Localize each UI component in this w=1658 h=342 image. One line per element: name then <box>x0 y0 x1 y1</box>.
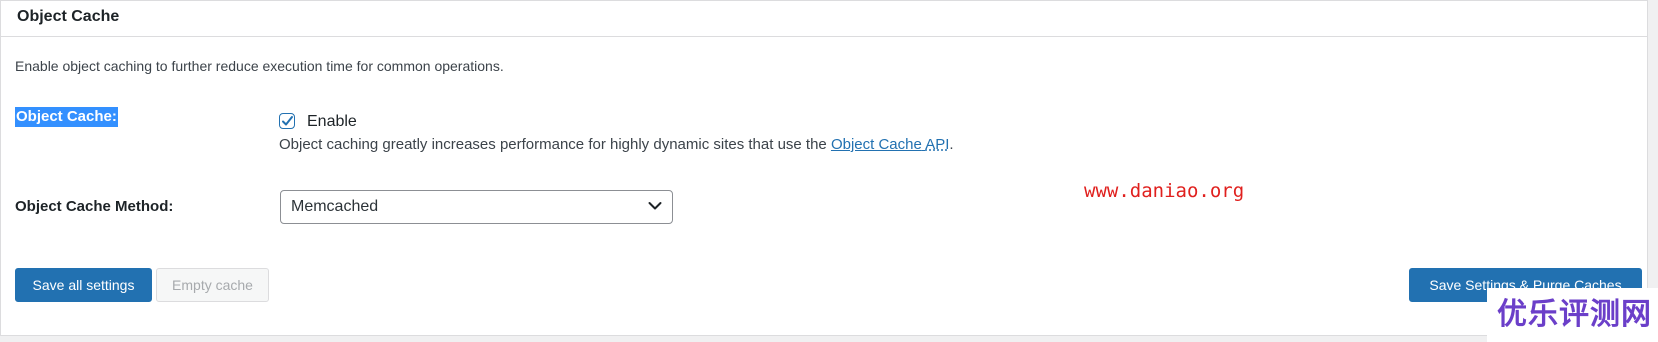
object-cache-help: Object caching greatly increases perform… <box>279 135 954 155</box>
watermark-logo: 优乐评测网 <box>1487 288 1658 342</box>
help-text-prefix: Object caching greatly increases perform… <box>279 136 831 153</box>
panel-title: Object Cache <box>17 8 120 25</box>
chevron-down-icon <box>648 202 662 210</box>
watermark-url: www.daniao.org <box>1084 180 1245 202</box>
select-value: Memcached <box>291 198 379 215</box>
object-cache-panel: Object Cache Enable object caching to fu… <box>0 0 1648 336</box>
checkmark-icon <box>282 116 293 126</box>
enable-checkbox[interactable] <box>279 113 295 129</box>
save-all-settings-button[interactable]: Save all settings <box>15 268 152 302</box>
enable-label[interactable]: Enable <box>307 112 357 132</box>
help-text-suffix: . <box>949 136 954 153</box>
object-cache-link[interactable]: Object Cache <box>831 136 922 153</box>
object-cache-method-label: Object Cache Method: <box>15 198 174 215</box>
object-cache-api-link[interactable]: API <box>925 136 949 153</box>
empty-cache-button: Empty cache <box>156 268 269 302</box>
panel-description: Enable object caching to further reduce … <box>15 58 504 74</box>
object-cache-label: Object Cache: <box>15 107 118 127</box>
panel-header: Object Cache <box>1 1 1647 37</box>
object-cache-method-select[interactable]: Memcached <box>280 190 673 224</box>
watermark-logo-text: 优乐评测网 <box>1497 298 1652 331</box>
